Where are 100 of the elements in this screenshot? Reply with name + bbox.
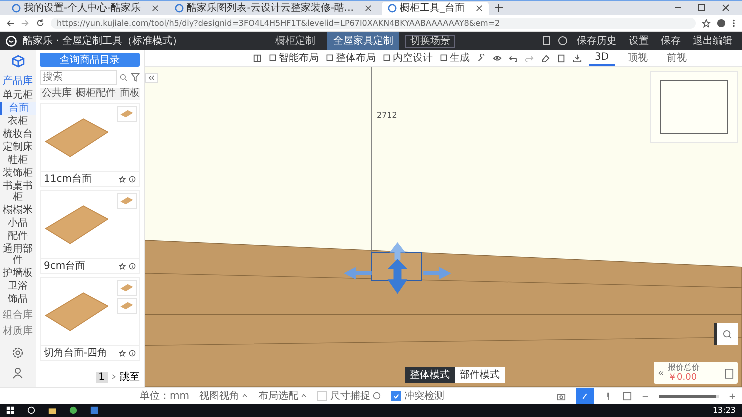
jump-button[interactable]: 跳至 xyxy=(120,370,140,384)
menu-icon[interactable] xyxy=(732,18,736,28)
view-tab[interactable]: 前视 xyxy=(661,50,694,66)
price-value: ￥0.00 xyxy=(668,373,698,383)
star-icon[interactable] xyxy=(119,176,126,182)
thumbnail[interactable] xyxy=(117,280,137,296)
thumbnail[interactable] xyxy=(117,298,137,314)
search-icon[interactable] xyxy=(27,406,36,415)
new-tab-icon[interactable] xyxy=(494,4,503,12)
star-icon[interactable] xyxy=(119,350,126,356)
minimap[interactable] xyxy=(650,71,738,143)
address-bar[interactable]: https://yun.kujiale.com/tool/h5/diy?designid=3FO4L4H5HF1T&levelid=LP67I0XAKN4BKYAABAAAAAAY8&em=2 xyxy=(51,18,696,28)
eye-icon[interactable] xyxy=(493,54,502,62)
category-item[interactable]: 定制床 xyxy=(1,141,35,154)
star-icon[interactable] xyxy=(119,262,126,270)
category-item[interactable]: 装饰柜 xyxy=(1,167,35,180)
toolbar-button[interactable]: 生成 xyxy=(440,51,470,65)
category-item[interactable]: 台面 xyxy=(0,102,36,115)
header-action[interactable]: 保存 xyxy=(658,34,684,48)
back-icon[interactable] xyxy=(6,18,15,28)
view-tab[interactable]: 顶视 xyxy=(622,50,654,66)
search-icon xyxy=(723,330,732,338)
toolbar-button[interactable]: 整体布局 xyxy=(326,51,376,65)
star-icon[interactable] xyxy=(702,18,711,28)
breadcrumb-item[interactable]: 面板 xyxy=(120,88,140,100)
breadcrumb-item[interactable]: 公共库 xyxy=(42,88,72,100)
undo-icon[interactable] xyxy=(509,54,518,62)
switch-scene-button[interactable]: 切换场景 xyxy=(405,34,456,48)
search-field[interactable]: 搜索 xyxy=(40,70,117,85)
app-icon[interactable] xyxy=(90,406,99,415)
countertop-drawing xyxy=(44,116,110,158)
category-item[interactable]: 饰品 xyxy=(1,293,35,306)
zoom-in-icon[interactable] xyxy=(729,392,736,400)
category-item[interactable]: 护墙板 xyxy=(1,267,35,280)
category-item[interactable]: 梳妆台 xyxy=(1,128,35,141)
browser-tab[interactable]: 我的设置-个人中心-酷家乐 xyxy=(6,2,166,15)
toolbar-button[interactable]: 智能布局 xyxy=(269,51,319,65)
category-item[interactable]: 小品 xyxy=(1,217,35,230)
dropdown[interactable]: 布局选配 xyxy=(258,389,308,403)
checkbox[interactable] xyxy=(391,391,402,401)
zoom-button[interactable] xyxy=(714,323,738,345)
mode-tab[interactable]: 全屋家具定制 xyxy=(327,32,400,50)
mode-toggle[interactable]: 整体模式 xyxy=(405,367,455,383)
eraser-icon[interactable] xyxy=(541,54,550,62)
close-icon[interactable] xyxy=(722,4,730,12)
account-icon[interactable] xyxy=(717,18,726,28)
filter-icon[interactable] xyxy=(131,73,140,82)
info-icon[interactable] xyxy=(129,176,136,182)
checkbox[interactable] xyxy=(317,391,328,401)
thumbnail[interactable] xyxy=(117,193,137,209)
breadcrumb-item[interactable]: 橱柜配件 xyxy=(76,88,116,100)
folder-icon[interactable] xyxy=(48,406,57,415)
product-card[interactable]: 切角台面-四角 xyxy=(40,277,140,361)
catalog-button[interactable]: 查询商品目录 xyxy=(40,53,140,67)
close-icon[interactable] xyxy=(364,5,372,12)
category-item[interactable]: 书桌书柜 xyxy=(1,180,35,204)
header-action[interactable]: 设置 xyxy=(626,34,652,48)
browser-icon[interactable] xyxy=(69,406,78,415)
windows-start-icon[interactable] xyxy=(6,406,15,415)
product-card[interactable]: 11cm台面 xyxy=(40,103,140,187)
close-icon[interactable] xyxy=(152,5,160,12)
help-icon[interactable] xyxy=(373,392,382,400)
category-header[interactable]: 产品库 xyxy=(3,74,33,88)
expand-icon[interactable] xyxy=(658,370,664,376)
info-icon[interactable] xyxy=(129,262,136,270)
wrench-icon[interactable] xyxy=(477,54,486,62)
product-card[interactable]: 9cm台面 xyxy=(40,190,140,274)
dimension-label: 2712 xyxy=(377,111,398,120)
fit-icon[interactable] xyxy=(623,392,632,400)
header-action[interactable]: 保存历史 xyxy=(574,34,620,48)
category-item[interactable]: 配件 xyxy=(1,230,35,243)
maximize-icon[interactable] xyxy=(698,4,706,12)
category-item[interactable]: 衣柜 xyxy=(1,115,35,128)
toolbar-button[interactable]: 内空设计 xyxy=(383,51,433,65)
mode-tab[interactable]: 橱柜定制 xyxy=(269,32,322,50)
dropdown[interactable]: 视图视角 xyxy=(199,389,248,403)
thumbnail[interactable] xyxy=(117,106,137,122)
header-action[interactable]: 退出编辑 xyxy=(690,34,736,48)
reload-icon[interactable] xyxy=(36,18,45,28)
book-icon[interactable] xyxy=(253,54,262,62)
mode-toggle[interactable]: 部件模式 xyxy=(455,367,505,383)
category-item[interactable]: 通用部件 xyxy=(1,243,35,267)
page-number[interactable]: 1 xyxy=(96,372,108,382)
move-arrows-icon[interactable] xyxy=(344,242,452,294)
settings-icon[interactable] xyxy=(12,347,24,359)
download-icon[interactable] xyxy=(573,54,582,62)
browser-tab[interactable]: 橱柜工具_台面 xyxy=(382,2,489,15)
chevron-icon[interactable] xyxy=(112,374,116,380)
category-item[interactable]: 鞋柜 xyxy=(1,154,35,167)
category-item[interactable]: 单元柜 xyxy=(1,89,35,102)
info-icon[interactable] xyxy=(129,350,136,356)
camera-icon[interactable] xyxy=(557,392,566,400)
collapse-button[interactable] xyxy=(145,73,158,83)
help-icon[interactable] xyxy=(558,36,568,46)
browser-tab[interactable]: 酷家乐图列表-云设计云整家装修-酷... xyxy=(169,2,378,15)
close-icon[interactable] xyxy=(476,5,483,12)
category-item[interactable]: 榻榻米 xyxy=(1,204,35,217)
view-tab[interactable]: 3D xyxy=(589,50,616,66)
category-item[interactable]: 卫浴 xyxy=(1,280,35,293)
user-icon[interactable] xyxy=(12,367,24,379)
